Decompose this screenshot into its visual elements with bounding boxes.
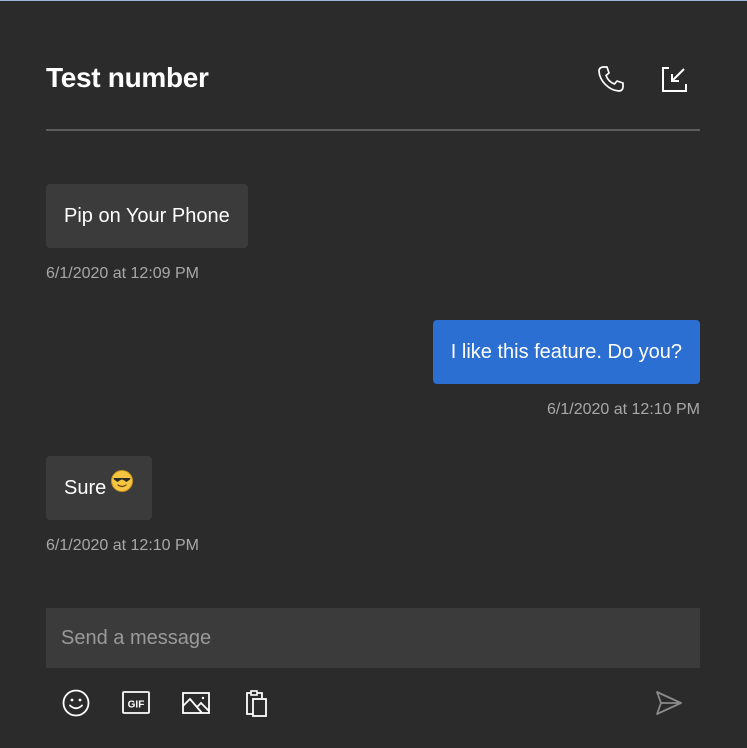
message-received: Sure 6/1/2020 at 12:10 PM — [46, 456, 199, 555]
message-timestamp: 6/1/2020 at 12:10 PM — [547, 401, 700, 418]
gif-label: GIF — [128, 700, 145, 711]
clipboard-icon — [246, 690, 267, 717]
message-timestamp: 6/1/2020 at 12:09 PM — [46, 265, 199, 282]
image-icon — [182, 692, 210, 714]
image-button[interactable] — [180, 687, 212, 719]
send-icon — [656, 691, 682, 715]
message-bubble[interactable]: Pip on Your Phone — [46, 184, 248, 248]
pop-in-button[interactable] — [656, 61, 692, 97]
emoji-button[interactable] — [60, 687, 92, 719]
message-composer — [46, 608, 700, 668]
message-text: Sure — [64, 477, 107, 499]
gif-icon: GIF — [122, 691, 150, 714]
message-received: Pip on Your Phone 6/1/2020 at 12:09 PM — [46, 184, 248, 283]
conversation-title: Test number — [46, 62, 209, 93]
sunglasses-emoji-icon — [110, 455, 134, 519]
message-timestamp: 6/1/2020 at 12:10 PM — [46, 537, 199, 554]
send-button[interactable] — [653, 687, 685, 719]
conversation-header: Test number — [46, 1, 700, 131]
gif-button[interactable]: GIF — [120, 687, 152, 719]
emoji-icon — [62, 689, 90, 717]
message-input[interactable] — [46, 608, 700, 668]
message-sent: I like this feature. Do you? 6/1/2020 at… — [432, 320, 700, 419]
message-bubble[interactable]: I like this feature. Do you? — [432, 320, 700, 384]
call-button[interactable] — [593, 61, 629, 97]
clipboard-button[interactable] — [240, 687, 272, 719]
phone-icon — [598, 66, 624, 92]
pop-in-arrow-icon — [662, 67, 687, 92]
message-bubble[interactable]: Sure — [46, 455, 153, 520]
